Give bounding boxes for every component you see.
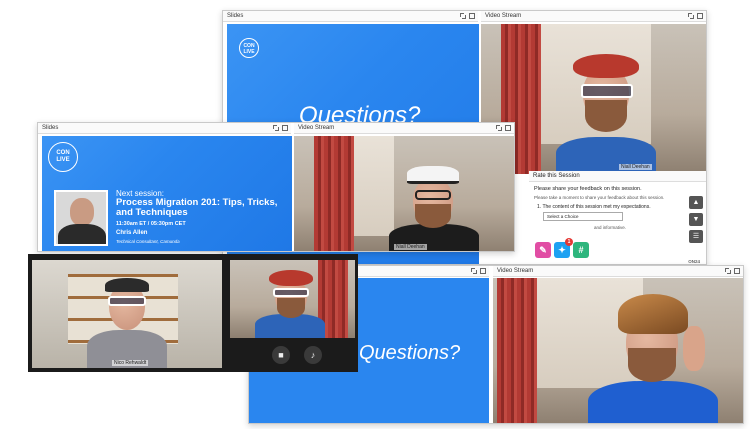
white-sunglasses <box>273 288 309 297</box>
participant-name-label: Nico Rehwaldt <box>112 360 149 366</box>
expand-icon[interactable] <box>496 125 502 131</box>
slides-panel-title: Slides <box>227 13 244 19</box>
notification-badge: 1 <box>565 238 573 246</box>
rate-panel-title: Rate this Session <box>529 171 706 182</box>
white-sunglasses <box>581 84 633 98</box>
collage: Slides Video Stream CON LIVE Questions? <box>0 0 750 429</box>
participant-left-video: Nico Rehwaldt <box>32 260 222 368</box>
presenter-video <box>551 42 661 174</box>
slide-text-bottom: Questions? <box>359 342 461 364</box>
maximize-icon[interactable] <box>734 268 740 274</box>
on24-watermark: ON24 <box>688 259 700 264</box>
thumbs-up-icon[interactable]: ▲ <box>689 196 703 209</box>
next-session-slide: CON LIVE Next session: Process Migration… <box>42 136 292 251</box>
expand-icon[interactable] <box>725 268 731 274</box>
video-panel-header: Video Stream <box>294 123 514 134</box>
session-time: 11:30am ET / 05:30pm CET <box>116 221 186 227</box>
red-beret <box>269 270 313 286</box>
participant-right-video <box>230 260 355 338</box>
video-panel-title: Video Stream <box>497 268 534 274</box>
video-stream-bottom <box>493 278 743 423</box>
captain-hat <box>407 166 459 184</box>
paint-icon[interactable]: ✎ <box>535 242 551 258</box>
video-call-window: Nico Rehwaldt ■ ♪ <box>28 254 358 372</box>
twitter-icon[interactable]: ✦ 1 <box>554 238 573 258</box>
participant-left <box>87 270 167 368</box>
participant-right <box>255 264 325 338</box>
thumbs-down-icon[interactable]: ▼ <box>689 213 703 226</box>
video-panel-title: Video Stream <box>485 13 522 19</box>
rate-panel-prompt: Please share your feedback on this sessi… <box>534 186 642 192</box>
session-title: Process Migration 201: Tips, Tricks, and… <box>116 197 278 218</box>
camunda-con-live-logo: CON LIVE <box>239 38 259 58</box>
rate-panel-subprompt: Please take a moment to share your feedb… <box>534 195 665 200</box>
expand-icon[interactable] <box>273 125 279 131</box>
choice-select[interactable]: Select a Choice <box>543 212 623 221</box>
maximize-icon[interactable] <box>697 13 703 19</box>
white-sunglasses <box>108 296 146 306</box>
presenter-video-captain <box>389 156 479 251</box>
maximize-icon[interactable] <box>282 125 288 131</box>
microphone-icon[interactable]: ♪ <box>304 346 322 364</box>
speaker-role: Technical Consultant, Camunda <box>116 239 180 244</box>
social-share-apps: ✎ ✦ 1 # <box>535 238 589 258</box>
presenter-name-label: Niall Deehan <box>394 244 427 250</box>
video-panel-header-bottom: Video Stream <box>493 266 743 277</box>
slides-panel-title: Slides <box>42 125 59 131</box>
bronze-helmet <box>618 294 688 334</box>
expand-icon[interactable] <box>688 13 694 19</box>
maximize-icon[interactable] <box>505 125 511 131</box>
presenter-name-label: Niall Deehan <box>619 164 652 170</box>
video-stream-middle: Niall Deehan <box>294 136 514 251</box>
camunda-con-live-logo: CON LIVE <box>48 142 78 172</box>
video-panel-header: Video Stream <box>481 11 706 22</box>
maximize-icon[interactable] <box>469 13 475 19</box>
video-panel-title: Video Stream <box>298 125 335 131</box>
glasses <box>415 190 451 200</box>
cap <box>105 278 149 292</box>
expand-icon[interactable] <box>460 13 466 19</box>
webinar-window-middle: Slides Video Stream CON LIVE Next sessio… <box>37 122 515 252</box>
maximize-icon[interactable] <box>480 268 486 274</box>
slack-icon[interactable]: # <box>573 242 589 258</box>
slides-panel-header: Slides <box>38 123 291 134</box>
speaker-photo <box>54 190 108 246</box>
slides-panel-header: Slides <box>223 11 478 22</box>
red-beret <box>573 54 639 78</box>
raised-hand <box>683 326 705 371</box>
rate-question-1: 1. The content of this session met my ex… <box>537 204 651 210</box>
presenter-video-helmet <box>588 286 718 423</box>
engagement-icons: ▲ ▼ ☰ <box>689 196 703 243</box>
speaker-name: Chris Allen <box>116 230 148 236</box>
camera-icon[interactable]: ■ <box>272 346 290 364</box>
expand-icon[interactable] <box>471 268 477 274</box>
comment-icon[interactable]: ☰ <box>689 230 703 243</box>
